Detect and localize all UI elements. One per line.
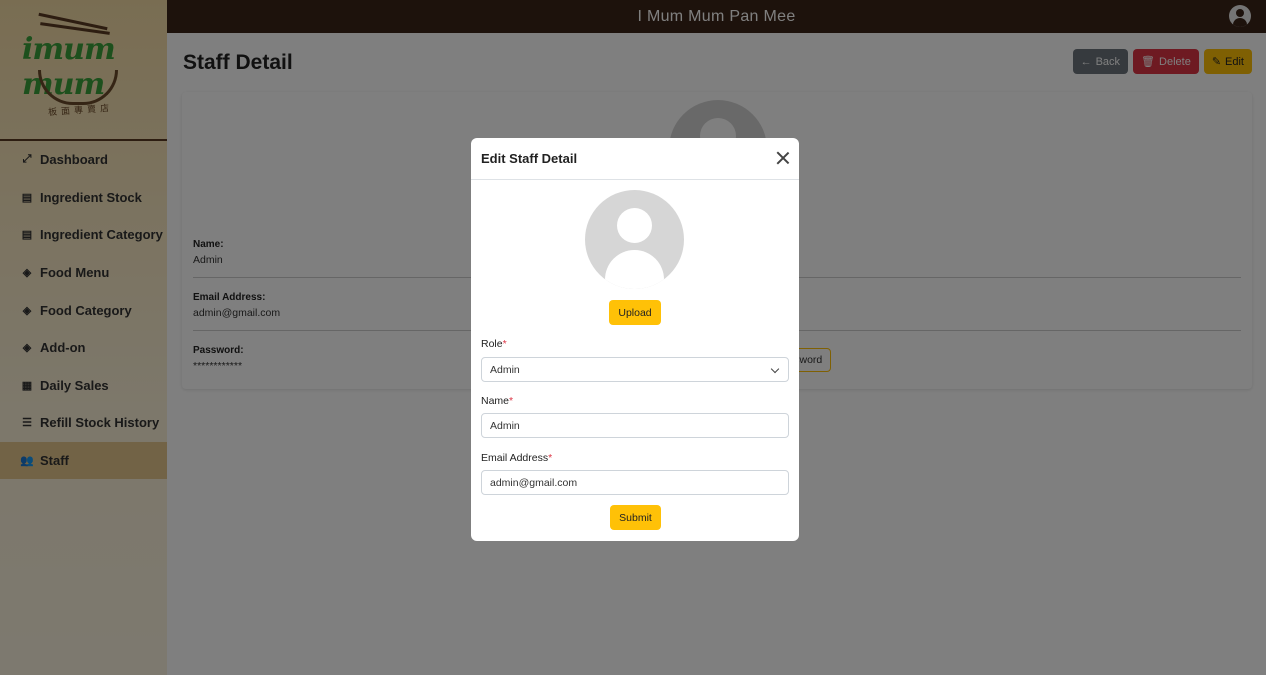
email-input[interactable]: admin@gmail.com <box>481 470 789 495</box>
role-select[interactable]: Admin <box>481 357 789 382</box>
name-input[interactable]: Admin <box>481 413 789 438</box>
upload-button[interactable]: Upload <box>609 300 661 325</box>
submit-button[interactable]: Submit <box>610 505 661 530</box>
chevron-down-icon <box>770 364 780 374</box>
required-mark: * <box>548 452 553 464</box>
avatar <box>585 190 684 289</box>
edit-staff-modal: Edit Staff Detail Upload Role* Admin Nam… <box>471 138 799 541</box>
role-select-value: Admin <box>490 363 520 376</box>
modal-title: Edit Staff Detail <box>481 151 578 166</box>
required-mark: * <box>502 338 507 350</box>
email-input-value: admin@gmail.com <box>490 476 578 489</box>
modal-header: Edit Staff Detail <box>471 138 799 180</box>
role-label: Role* <box>481 338 507 350</box>
close-icon[interactable] <box>776 151 790 165</box>
name-input-value: Admin <box>490 419 520 432</box>
name-label: Name* <box>481 395 514 407</box>
required-mark: * <box>509 395 514 407</box>
email-label: Email Address* <box>481 452 553 464</box>
